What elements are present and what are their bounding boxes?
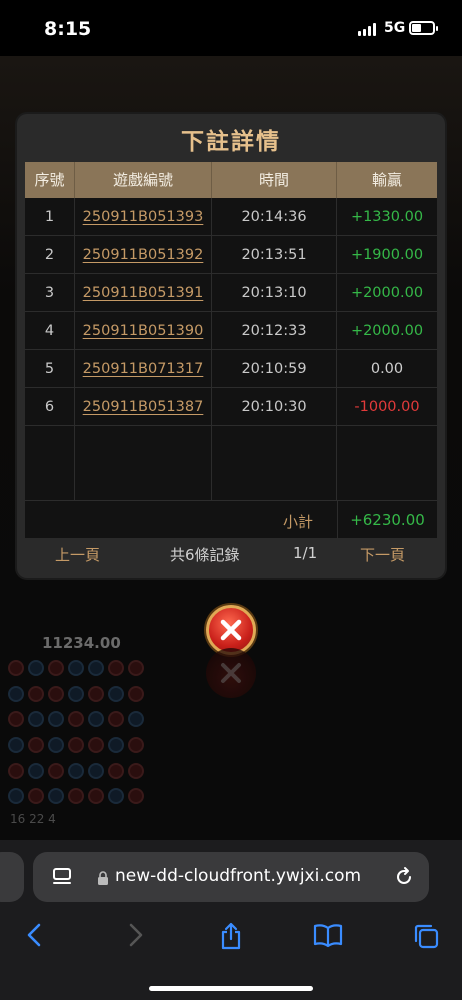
share-icon[interactable] bbox=[218, 922, 244, 950]
battery-icon bbox=[409, 21, 438, 35]
row-time: 20:10:59 bbox=[212, 350, 337, 388]
row-result: +1900.00 bbox=[350, 247, 424, 263]
address-bar[interactable]: new-dd-cloudfront.ywjxi.com bbox=[33, 852, 429, 902]
browser-nav bbox=[0, 918, 462, 958]
table-header: 序號 遊戲編號 時間 輸贏 bbox=[25, 162, 437, 198]
prev-page-button[interactable]: 上一頁 bbox=[55, 544, 100, 565]
background-balance: 11234.00 bbox=[0, 612, 150, 662]
row-result: -1000.00 bbox=[354, 399, 420, 415]
table-row: 4 250911B051390 20:12:33 +2000.00 bbox=[25, 312, 437, 350]
row-time: 20:14:36 bbox=[212, 198, 337, 236]
close-button-reflection bbox=[206, 648, 256, 698]
row-time: 20:12:33 bbox=[212, 312, 337, 350]
record-count: 共6條記錄 bbox=[170, 546, 240, 564]
forward-icon[interactable] bbox=[124, 922, 146, 948]
status-time: 8:15 bbox=[44, 18, 92, 40]
background-balance-amount: 11234.00 bbox=[42, 634, 121, 652]
signal-icon bbox=[358, 23, 376, 36]
game-id-link[interactable]: 250911B051392 bbox=[75, 236, 212, 274]
column-header-result: 輸贏 bbox=[371, 171, 402, 189]
bookmarks-icon[interactable] bbox=[313, 922, 343, 948]
page-menu-icon[interactable] bbox=[51, 866, 73, 888]
home-indicator bbox=[149, 986, 313, 991]
column-header-time: 時間 bbox=[212, 162, 337, 198]
row-time: 20:10:30 bbox=[212, 388, 337, 426]
table-body: 1 250911B051393 20:14:36 +1330.00 2 2509… bbox=[25, 198, 437, 500]
table-row: 3 250911B051391 20:13:10 +2000.00 bbox=[25, 274, 437, 312]
game-id-link[interactable]: 250911B071317 bbox=[75, 350, 212, 388]
tabs-icon[interactable] bbox=[412, 922, 440, 950]
bet-details-modal: 下註詳情 序號 遊戲編號 時間 輸贏 1 250911B051393 20:14… bbox=[17, 114, 445, 578]
url-text: new-dd-cloudfront.ywjxi.com bbox=[115, 866, 362, 886]
previous-tab-peek[interactable] bbox=[0, 852, 24, 902]
reload-icon[interactable] bbox=[393, 866, 415, 888]
row-result: +2000.00 bbox=[350, 285, 424, 301]
row-result: +2000.00 bbox=[350, 323, 424, 339]
page-indicator: 1/1 bbox=[293, 544, 318, 562]
pagination: 上一頁 共6條記錄 1/1 下一頁 bbox=[25, 538, 437, 572]
table-empty-area bbox=[25, 426, 437, 500]
modal-title: 下註詳情 bbox=[181, 129, 281, 155]
close-icon bbox=[220, 619, 242, 641]
game-id-link[interactable]: 250911B051391 bbox=[75, 274, 212, 312]
row-result: 0.00 bbox=[370, 361, 404, 377]
subtotal-row: 小計 +6230.00 bbox=[25, 500, 437, 539]
row-no: 2 bbox=[25, 236, 75, 274]
game-id-link[interactable]: 250911B051387 bbox=[75, 388, 212, 426]
row-no: 6 bbox=[25, 388, 75, 426]
row-no: 4 bbox=[25, 312, 75, 350]
column-header-game-id: 遊戲編號 bbox=[75, 162, 212, 198]
background-bead-counts: 16 22 4 bbox=[10, 812, 56, 826]
back-icon[interactable] bbox=[24, 922, 46, 948]
lock-icon bbox=[98, 871, 108, 885]
game-id-link[interactable]: 250911B051390 bbox=[75, 312, 212, 350]
table-row: 5 250911B071317 20:10:59 0.00 bbox=[25, 350, 437, 388]
table-row: 2 250911B051392 20:13:51 +1900.00 bbox=[25, 236, 437, 274]
network-type: 5G bbox=[384, 20, 406, 36]
background-bead-road bbox=[8, 660, 148, 810]
column-header-no: 序號 bbox=[25, 162, 75, 198]
row-no: 3 bbox=[25, 274, 75, 312]
row-time: 20:13:51 bbox=[212, 236, 337, 274]
row-result: +1330.00 bbox=[350, 209, 424, 225]
row-no: 1 bbox=[25, 198, 75, 236]
table-row: 6 250911B051387 20:10:30 -1000.00 bbox=[25, 388, 437, 426]
row-no: 5 bbox=[25, 350, 75, 388]
table-row: 1 250911B051393 20:14:36 +1330.00 bbox=[25, 198, 437, 236]
browser-toolbar: new-dd-cloudfront.ywjxi.com bbox=[0, 840, 462, 1000]
close-icon-reflection bbox=[221, 663, 241, 683]
status-bar: 8:15 5G bbox=[0, 0, 462, 56]
subtotal-label: 小計 bbox=[283, 513, 314, 531]
game-id-link[interactable]: 250911B051393 bbox=[75, 198, 212, 236]
next-page-button[interactable]: 下一頁 bbox=[360, 544, 405, 565]
subtotal-value: +6230.00 bbox=[337, 501, 437, 539]
row-time: 20:13:10 bbox=[212, 274, 337, 312]
